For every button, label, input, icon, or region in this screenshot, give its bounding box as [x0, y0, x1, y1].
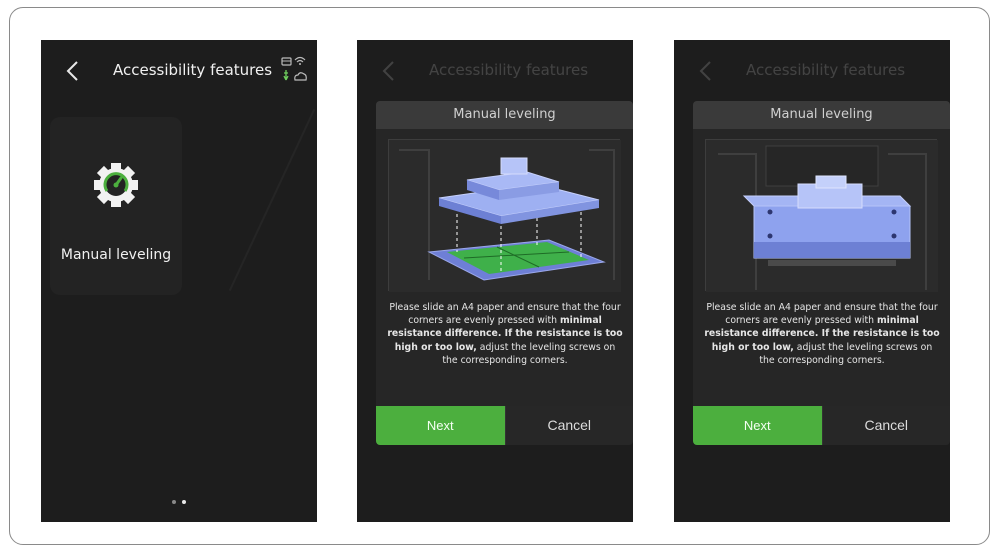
- manual-leveling-dialog: Manual leveling Please slide an A4 paper…: [693, 101, 950, 445]
- dialog-title: Manual leveling: [693, 101, 950, 129]
- back-arrow-icon: [699, 61, 711, 81]
- cancel-button[interactable]: Cancel: [821, 406, 950, 445]
- menu-item-manual-leveling[interactable]: Manual leveling: [50, 117, 182, 295]
- page-title: Accessibility features: [746, 61, 906, 79]
- cloud-icon: [294, 72, 307, 81]
- back-arrow-icon[interactable]: [65, 60, 79, 82]
- cancel-button[interactable]: Cancel: [504, 406, 633, 445]
- menu-item-label: Manual leveling: [60, 247, 172, 263]
- dialog-buttons: Next Cancel: [376, 406, 633, 445]
- page-title: Accessibility features: [429, 61, 589, 79]
- leveling-illustration: [705, 139, 938, 292]
- next-button[interactable]: Next: [376, 406, 505, 445]
- screen-manual-leveling-step1: Accessibility features Manual leveling P…: [357, 40, 633, 522]
- usb-icon: [283, 70, 289, 81]
- dialog-description: Please slide an A4 paper and ensure that…: [386, 301, 624, 367]
- next-button[interactable]: Next: [693, 406, 822, 445]
- screen-accessibility-features: Accessibility features Manual leveling: [41, 40, 317, 522]
- dialog-title: Manual leveling: [376, 101, 633, 129]
- header-dimmed: Accessibility features: [674, 40, 950, 104]
- background-texture: [228, 108, 316, 292]
- page-dot[interactable]: [172, 500, 176, 504]
- header: Accessibility features: [41, 40, 317, 104]
- dialog-buttons: Next Cancel: [693, 406, 950, 445]
- leveling-illustration: [388, 139, 621, 292]
- header-dimmed: Accessibility features: [357, 40, 633, 104]
- dialog-description: Please slide an A4 paper and ensure that…: [703, 301, 941, 367]
- gear-gauge-icon: [94, 163, 138, 207]
- page-indicator: [41, 489, 317, 508]
- page-dot-active[interactable]: [182, 500, 186, 504]
- manual-leveling-dialog: Manual leveling Please slide an A4 paper…: [376, 101, 633, 445]
- page-title: Accessibility features: [113, 61, 273, 79]
- status-icons: [281, 56, 307, 81]
- wifi-icon: [294, 56, 306, 65]
- screen-manual-leveling-step2: Accessibility features Manual leveling P…: [674, 40, 950, 522]
- printer-icon: [281, 57, 292, 66]
- back-arrow-icon: [382, 61, 394, 81]
- printer-platform-image: [706, 140, 938, 292]
- printer-platform-image: [389, 140, 621, 292]
